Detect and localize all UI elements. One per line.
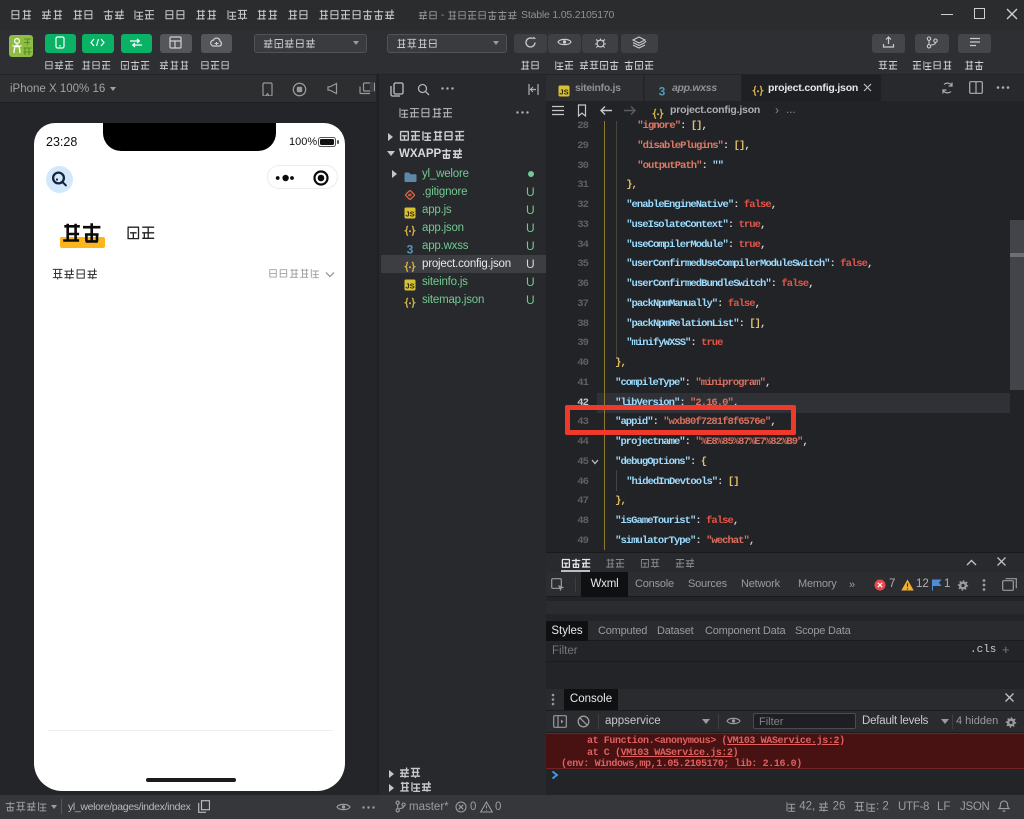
svg-text:JS: JS [405, 281, 414, 290]
svg-text:3: 3 [407, 243, 414, 255]
svg-text:3: 3 [659, 85, 666, 97]
svg-text:JS: JS [405, 209, 414, 218]
svg-text:JS: JS [559, 87, 568, 96]
